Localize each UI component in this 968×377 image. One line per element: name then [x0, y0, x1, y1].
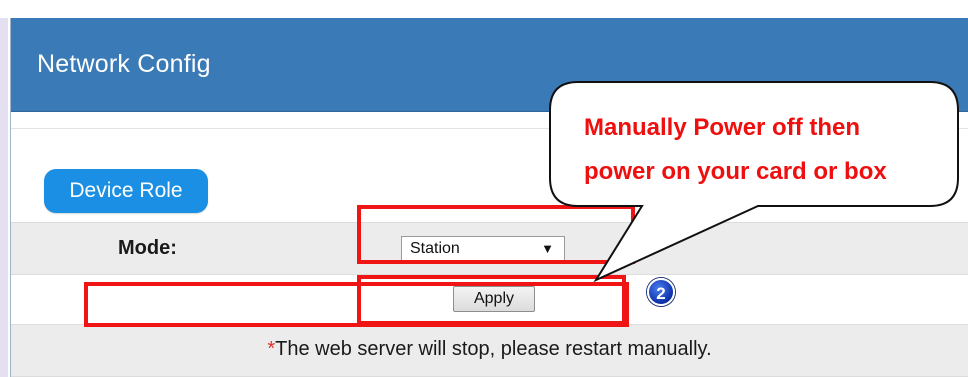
callout-line-2: power on your card or box — [584, 158, 887, 185]
restart-note-text: The web server will stop, please restart… — [275, 338, 712, 360]
callout-text: Manually Power off then power on your ca… — [548, 106, 958, 194]
mode-highlight-box — [357, 205, 635, 264]
restart-note: *The web server will stop, please restar… — [11, 338, 968, 361]
step-number-badge: 2 — [647, 278, 675, 306]
callout-line-1: Manually Power off then — [584, 114, 861, 141]
apply-button-highlight-box — [357, 275, 626, 325]
top-edge-strip — [0, 0, 968, 18]
note-row: *The web server will stop, please restar… — [11, 324, 968, 377]
required-asterisk: * — [267, 338, 276, 360]
panel-title: Network Config — [37, 50, 211, 78]
mode-label: Mode: — [118, 237, 177, 259]
device-role-button[interactable]: Device Role — [44, 169, 208, 213]
left-edge-strip — [0, 0, 8, 377]
panel-header: Network Config — [11, 18, 968, 112]
